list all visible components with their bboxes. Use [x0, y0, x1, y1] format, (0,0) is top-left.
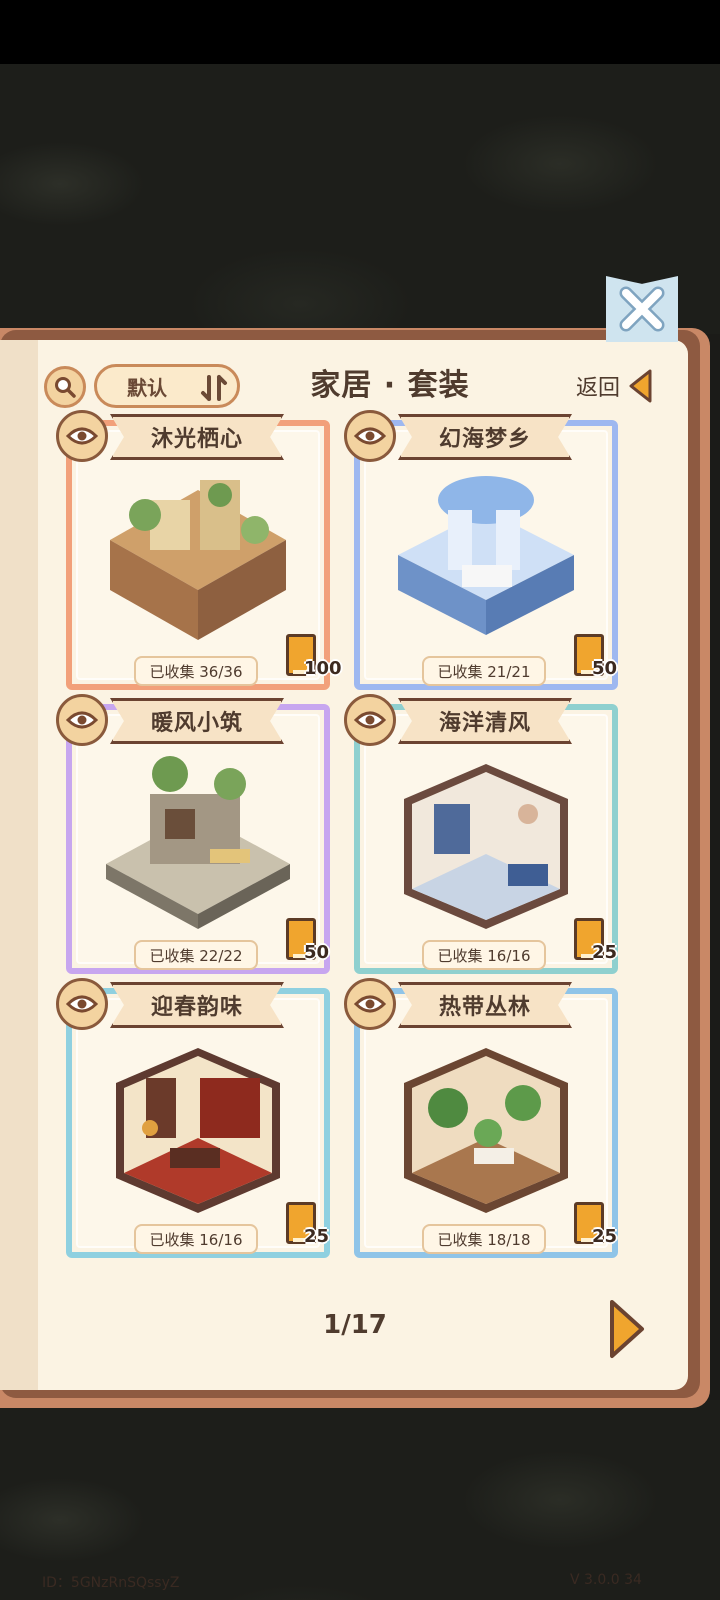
reward-amount: 100	[304, 658, 342, 679]
card-title-ribbon: 海洋清风	[398, 698, 572, 744]
suite-card[interactable]: 热带丛林 已收集 18/18 25	[344, 978, 618, 1258]
eye-icon	[354, 711, 386, 729]
eye-icon	[354, 995, 386, 1013]
close-icon	[619, 286, 665, 332]
next-page-button[interactable]	[606, 1298, 646, 1360]
collected-count: 已收集 21/21	[422, 656, 546, 686]
reward-badge: 25	[570, 1200, 630, 1256]
back-label: 返回	[576, 376, 621, 401]
sort-label: 默认	[127, 375, 167, 400]
collected-count: 已收集 36/36	[134, 656, 258, 686]
reward-badge: 25	[570, 916, 630, 972]
background-scene-bottom	[0, 1400, 720, 1600]
room-illustration	[404, 1048, 568, 1213]
card-title-ribbon: 幻海梦乡	[398, 414, 572, 460]
card-title-ribbon: 暖风小筑	[110, 698, 284, 744]
reward-badge: 50	[570, 632, 630, 688]
collected-count: 已收集 22/22	[134, 940, 258, 970]
book-left-page	[0, 340, 40, 1390]
player-id: ID：5GNzRnSQssyZ	[42, 1575, 180, 1591]
close-button[interactable]	[606, 276, 678, 342]
preview-button[interactable]	[56, 410, 108, 462]
reward-amount: 50	[592, 658, 618, 679]
card-title: 海洋清风	[438, 711, 531, 736]
card-title: 热带丛林	[438, 995, 531, 1020]
next-arrow-icon	[610, 1300, 644, 1358]
preview-button[interactable]	[344, 410, 396, 462]
reward-badge: 50	[282, 916, 342, 972]
back-button[interactable]: 返回	[576, 364, 656, 408]
collected-count: 已收集 16/16	[422, 940, 546, 970]
search-button[interactable]	[44, 366, 86, 408]
suite-card[interactable]: 海洋清风 已收集 16/16 25	[344, 694, 618, 974]
room-illustration	[106, 756, 290, 929]
sort-icon	[201, 375, 227, 401]
collected-count: 已收集 18/18	[422, 1224, 546, 1254]
reward-amount: 25	[592, 942, 618, 963]
collected-count: 已收集 16/16	[134, 1224, 258, 1254]
reward-amount: 25	[304, 1226, 330, 1247]
eye-icon	[66, 995, 98, 1013]
preview-button[interactable]	[344, 694, 396, 746]
eye-icon	[66, 427, 98, 445]
page-title: 家居 · 套装	[310, 368, 470, 403]
version-label: V 3.0.0 34	[570, 1572, 642, 1588]
preview-button[interactable]	[344, 978, 396, 1030]
room-illustration	[110, 480, 286, 640]
eye-icon	[66, 711, 98, 729]
card-title: 迎春韵味	[150, 995, 243, 1020]
back-arrow-icon	[629, 369, 652, 403]
suite-card[interactable]: 迎春韵味 已收集 16/16 25	[56, 978, 330, 1258]
preview-button[interactable]	[56, 978, 108, 1030]
status-bar	[0, 0, 720, 64]
room-illustration	[116, 1048, 280, 1213]
card-title-ribbon: 沐光栖心	[110, 414, 284, 460]
eye-icon	[354, 427, 386, 445]
room-illustration	[398, 476, 574, 635]
reward-badge: 25	[282, 1200, 342, 1256]
room-illustration	[404, 764, 568, 929]
suite-card[interactable]: 沐光栖心 已收集 36/36 100	[56, 410, 342, 690]
suite-card[interactable]: 幻海梦乡 已收集 21/21 50	[344, 410, 618, 690]
card-title: 沐光栖心	[150, 427, 243, 452]
reward-badge: 100	[282, 632, 342, 688]
card-title-ribbon: 热带丛林	[398, 982, 572, 1028]
card-title: 幻海梦乡	[438, 427, 531, 452]
suite-card[interactable]: 暖风小筑 已收集 22/22 50	[56, 694, 330, 974]
card-title: 暖风小筑	[150, 711, 243, 736]
reward-amount: 25	[592, 1226, 618, 1247]
sort-button[interactable]: 默认	[94, 364, 240, 408]
search-icon	[55, 377, 76, 398]
reward-amount: 50	[304, 942, 330, 963]
preview-button[interactable]	[56, 694, 108, 746]
page-indicator: 1/17	[323, 1310, 387, 1340]
card-title-ribbon: 迎春韵味	[110, 982, 284, 1028]
